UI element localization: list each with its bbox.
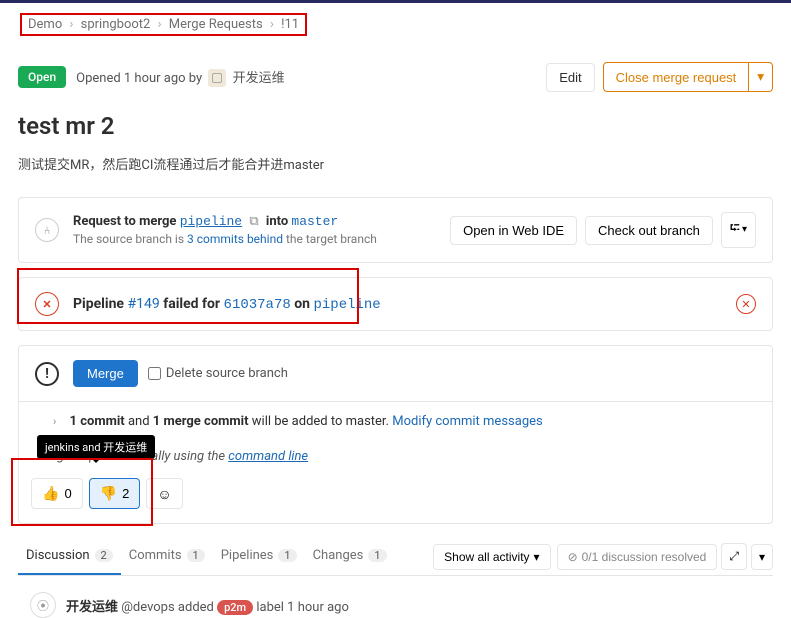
- crumb-demo[interactable]: Demo: [28, 17, 62, 32]
- thumbs-down-button[interactable]: 👎2: [89, 478, 141, 509]
- activity-filter[interactable]: Show all activity ▾: [433, 544, 550, 570]
- close-mr-caret[interactable]: ▾: [749, 62, 773, 92]
- merge-icon: ⑃: [35, 218, 59, 242]
- commit-hash-link[interactable]: 61037a78: [224, 297, 291, 313]
- mr-description: 测试提交MR，然后跑CI流程通过后才能合并进master: [18, 154, 773, 173]
- tab-pipelines[interactable]: Pipelines1: [213, 538, 305, 575]
- breadcrumb: Demo › springboot2 › Merge Requests › !1…: [0, 3, 791, 46]
- open-ide-button[interactable]: Open in Web IDE: [450, 216, 577, 245]
- edit-button[interactable]: Edit: [546, 63, 594, 92]
- add-reaction-button[interactable]: ☺: [146, 478, 182, 509]
- chevron-right-icon[interactable]: ›: [53, 415, 56, 428]
- pipeline-num-link[interactable]: #149: [127, 296, 159, 312]
- page-title: test mr 2: [18, 112, 773, 140]
- crumb-project[interactable]: springboot2: [81, 17, 151, 32]
- source-branch-link[interactable]: pipeline: [180, 214, 242, 229]
- merge-button[interactable]: Merge: [73, 360, 138, 387]
- pipeline-branch-link[interactable]: pipeline: [313, 297, 380, 313]
- status-badge: Open: [18, 66, 66, 88]
- reaction-tooltip: jenkins and 开发运维: [37, 435, 155, 459]
- label-event-icon: ⦿: [30, 592, 56, 618]
- behind-link[interactable]: 3 commits behind: [187, 232, 283, 246]
- expand-button[interactable]: ⤢: [721, 543, 747, 570]
- thumbs-up-button[interactable]: 👍0: [31, 478, 83, 509]
- tab-changes[interactable]: Changes1: [305, 538, 395, 575]
- command-line-link[interactable]: command line: [228, 449, 308, 464]
- opened-text: Opened 1 hour ago by 开发运维: [76, 67, 285, 88]
- checkout-button[interactable]: Check out branch: [585, 216, 713, 245]
- tab-discussion[interactable]: Discussion2: [18, 538, 121, 575]
- download-button[interactable]: ⮓: [721, 212, 756, 248]
- modify-commit-link[interactable]: Modify commit messages: [392, 414, 543, 429]
- pipeline-status-icon[interactable]: ✕: [736, 294, 756, 314]
- tab-commits[interactable]: Commits1: [121, 538, 213, 575]
- target-branch: master: [291, 214, 338, 229]
- warning-icon: !: [35, 362, 59, 386]
- copy-branch-icon[interactable]: ⧉: [249, 214, 258, 229]
- delete-branch-checkbox[interactable]: Delete source branch: [148, 366, 288, 381]
- pipeline-fail-icon: ✕: [35, 292, 59, 316]
- crumb-mr-id[interactable]: !11: [281, 17, 299, 32]
- next-button[interactable]: ▾: [751, 544, 773, 570]
- crumb-mr-list[interactable]: Merge Requests: [169, 17, 263, 32]
- close-mr-button[interactable]: Close merge request: [603, 62, 750, 92]
- timeline-user[interactable]: 开发运维: [66, 600, 118, 615]
- timeline-label[interactable]: p2m: [217, 600, 253, 615]
- avatar: [208, 69, 226, 87]
- resolved-status[interactable]: ⊘ 0/1 discussion resolved: [557, 544, 718, 570]
